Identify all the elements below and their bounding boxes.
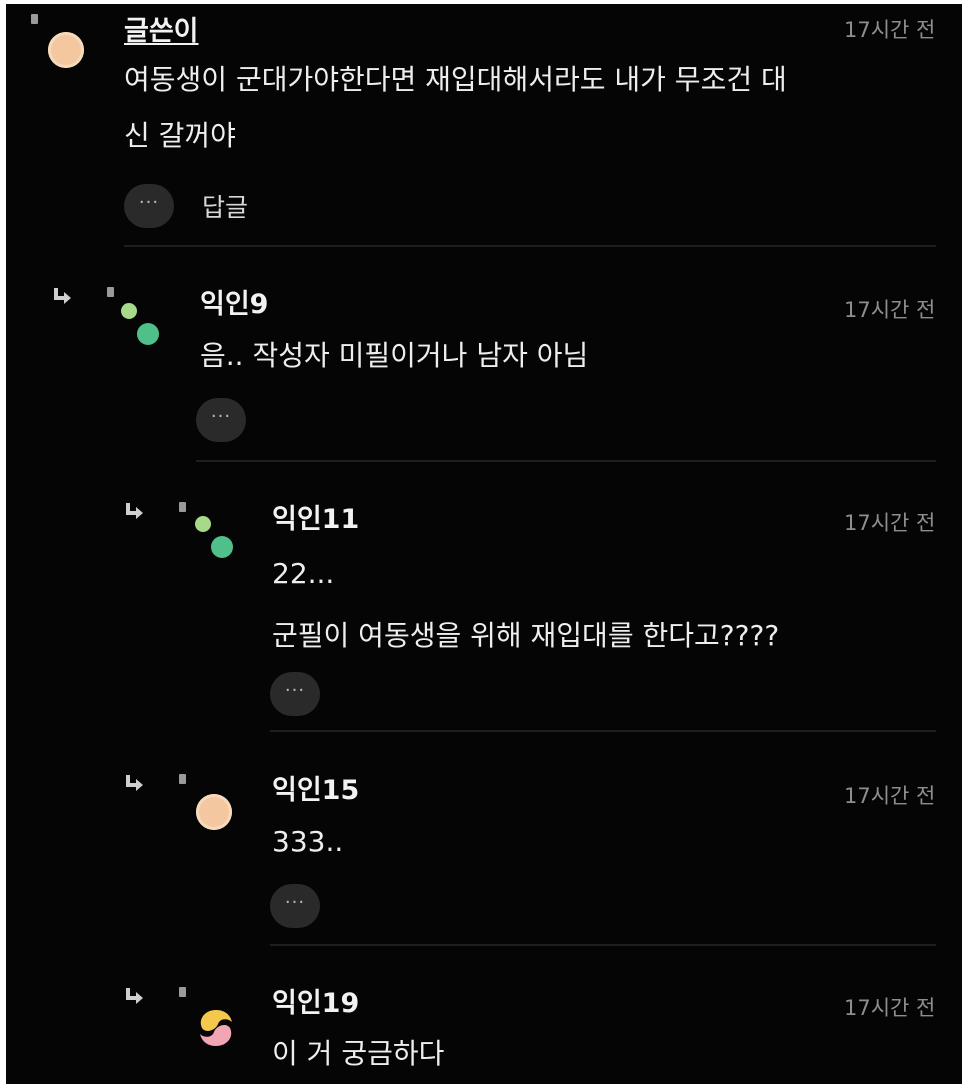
- ellipsis-icon: ···: [284, 680, 306, 701]
- comment-time: 17시간 전: [844, 298, 936, 322]
- reply-arrow-icon: [126, 503, 143, 519]
- comment-line: 군필이 여동생을 위해 재입대를 한다고????: [272, 619, 780, 652]
- green-dots-avatar: [193, 514, 241, 562]
- comment-line: 22...: [272, 557, 335, 590]
- comment-author[interactable]: 익인9: [200, 282, 268, 321]
- comment-line: 신 갈꺼야: [124, 119, 236, 152]
- comment-time: 17시간 전: [844, 511, 936, 535]
- more-options-button[interactable]: ···: [270, 672, 320, 716]
- reply-arrow-icon: [54, 288, 71, 304]
- reply-arrow-icon: [126, 988, 143, 1004]
- more-options-button[interactable]: ···: [124, 184, 174, 228]
- comment-line: 이 거 궁금하다: [272, 1037, 445, 1070]
- badge-icon: [107, 287, 114, 297]
- comment-time: 17시간 전: [844, 18, 936, 42]
- ellipsis-icon: ···: [138, 192, 160, 213]
- reply-arrow-icon: [126, 775, 143, 791]
- divider: [270, 944, 936, 946]
- comment-time: 17시간 전: [844, 784, 936, 808]
- ellipsis-icon: ···: [210, 406, 232, 427]
- comment-thread-screen: 글쓴이 17시간 전 여동생이 군대가야한다면 재입대해서라도 내가 무조건 대…: [6, 4, 962, 1084]
- divider: [196, 460, 936, 462]
- more-options-button[interactable]: ···: [270, 884, 320, 928]
- comment-author[interactable]: 익인15: [272, 768, 359, 807]
- comment-author[interactable]: 익인19: [272, 981, 359, 1020]
- green-dots-avatar: [119, 301, 167, 349]
- divider: [124, 245, 936, 247]
- comment-body: 333..: [272, 814, 343, 870]
- badge-icon: [179, 502, 186, 512]
- comment-line: 음.. 작성자 미필이거나 남자 아님: [200, 339, 589, 372]
- comment-body: 이 거 궁금하다: [272, 1026, 444, 1082]
- badge-icon: [31, 14, 38, 24]
- yellow-pink-swirl-avatar: [200, 1010, 232, 1046]
- comment-author[interactable]: 글쓴이: [124, 9, 199, 48]
- badge-icon: [179, 774, 186, 784]
- comment-body: 22... 군필이 여동생을 위해 재입대를 한다고????: [272, 546, 779, 664]
- comment-author[interactable]: 익인11: [272, 497, 359, 536]
- peach-circle-avatar: [196, 794, 232, 830]
- comment-time: 17시간 전: [844, 996, 936, 1020]
- comment-body: 음.. 작성자 미필이거나 남자 아님: [200, 328, 588, 384]
- comment-line: 여동생이 군대가야한다면 재입대해서라도 내가 무조건 대: [124, 63, 787, 96]
- reply-button[interactable]: 답글: [202, 188, 248, 224]
- comment-body: 여동생이 군대가야한다면 재입대해서라도 내가 무조건 대 신 갈꺼야: [124, 52, 787, 164]
- badge-icon: [179, 987, 186, 997]
- divider: [270, 730, 936, 732]
- ellipsis-icon: ···: [284, 892, 306, 913]
- more-options-button[interactable]: ···: [196, 398, 246, 442]
- peach-circle-avatar: [48, 32, 84, 68]
- comment-line: 333..: [272, 825, 344, 858]
